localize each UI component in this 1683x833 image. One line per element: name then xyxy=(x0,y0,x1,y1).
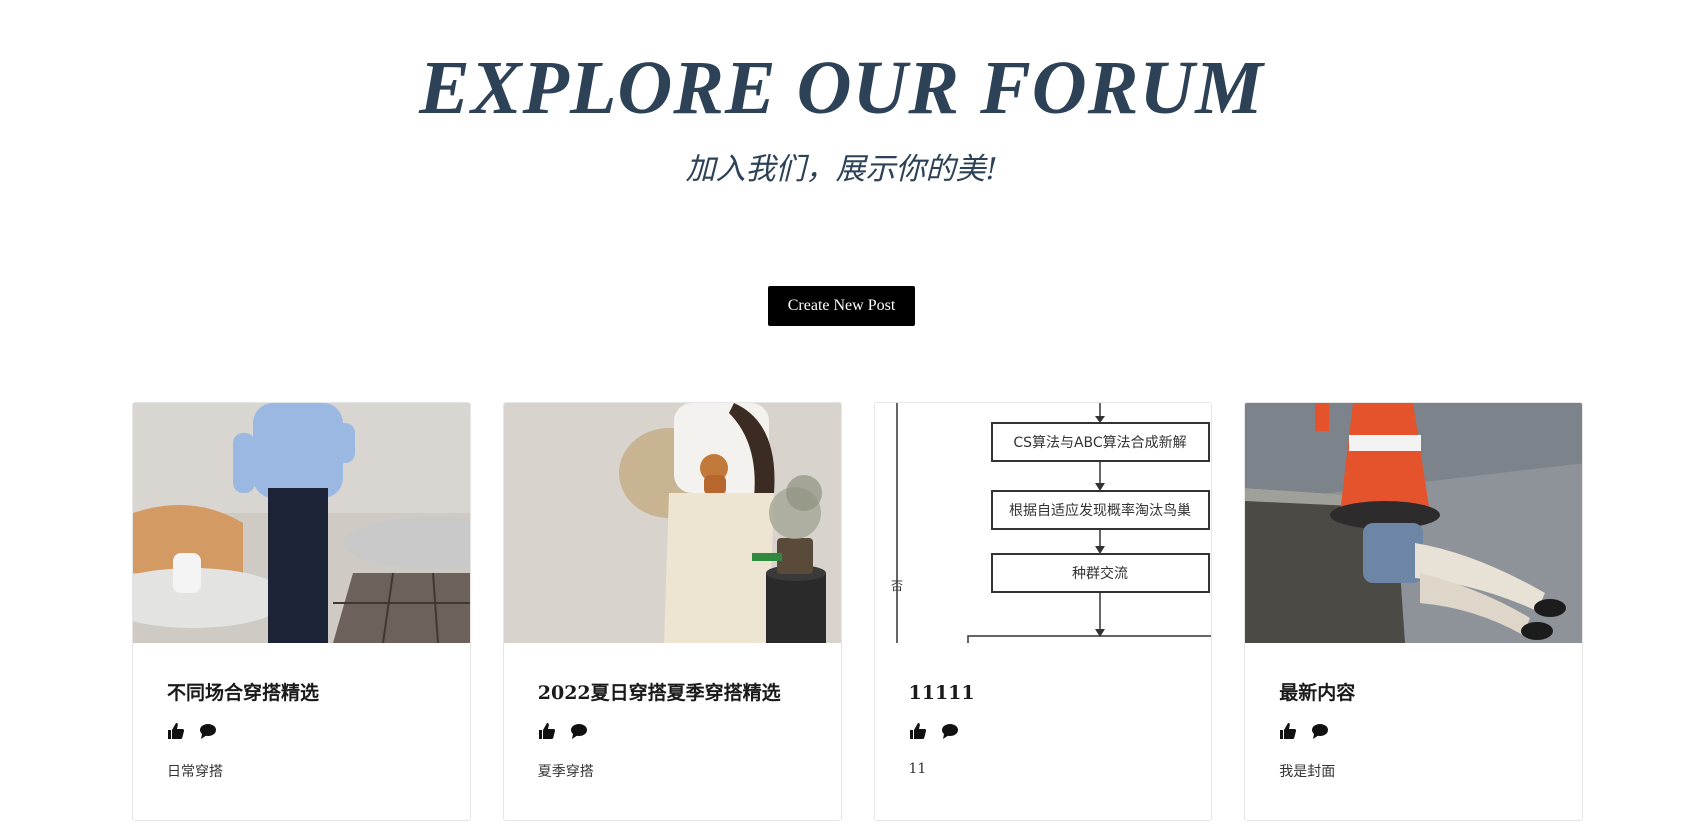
post-cover-image: CS算法与ABC算法合成新解 根据自适应发现概率淘汰鸟巢 种群交流 否 xyxy=(874,403,1212,643)
post-card[interactable]: 不同场合穿搭精选 日常穿搭 xyxy=(132,402,471,821)
flowchart-box-1: CS算法与ABC算法合成新解 xyxy=(1013,435,1186,451)
create-post-wrapper: Create New Post xyxy=(0,286,1683,326)
comment-icon[interactable] xyxy=(570,722,588,740)
post-title: 11111 xyxy=(908,682,975,704)
post-title: 2022夏日穿搭夏季穿搭精选 xyxy=(537,682,781,704)
post-description: 夏季穿搭 xyxy=(537,764,594,780)
flowchart-box-3: 种群交流 xyxy=(1072,565,1128,582)
post-description: 我是封面 xyxy=(1279,764,1336,780)
post-description: 11 xyxy=(908,761,927,777)
page-subtitle: 加入我们，展示你的美! xyxy=(685,152,998,187)
post-card[interactable]: 2022夏日穿搭夏季穿搭精选 夏季穿搭 xyxy=(502,402,842,821)
hero-section: EXPLORE OUR FORUM 加入我们，展示你的美! xyxy=(0,0,1683,188)
page-title: EXPLORE OUR FORUM xyxy=(419,46,1264,130)
comment-icon[interactable] xyxy=(941,722,959,740)
post-cover-image xyxy=(503,403,841,643)
create-new-post-button[interactable]: Create New Post xyxy=(767,286,916,326)
post-cover-image xyxy=(1245,403,1582,643)
comment-icon[interactable] xyxy=(1311,722,1329,740)
flowchart-side-label: 否 xyxy=(890,579,902,593)
flowchart-box-2: 根据自适应发现概率淘汰鸟巢 xyxy=(1009,502,1191,519)
comment-icon[interactable] xyxy=(199,722,217,740)
post-card[interactable]: CS算法与ABC算法合成新解 根据自适应发现概率淘汰鸟巢 种群交流 否 1111… xyxy=(873,402,1213,821)
post-grid: 不同场合穿搭精选 日常穿搭 2022夏日穿搭夏季穿搭精选 夏季穿搭 CS算法与A… xyxy=(132,402,1583,821)
post-title: 最新内容 xyxy=(1279,682,1356,704)
post-description: 日常穿搭 xyxy=(167,764,223,780)
post-cover-image xyxy=(133,403,470,643)
thumbs-up-icon[interactable] xyxy=(538,722,556,740)
thumbs-up-icon[interactable] xyxy=(167,722,185,740)
thumbs-up-icon[interactable] xyxy=(1279,722,1297,740)
post-title: 不同场合穿搭精选 xyxy=(167,682,320,704)
thumbs-up-icon[interactable] xyxy=(909,722,927,740)
post-card[interactable]: 最新内容 我是封面 xyxy=(1244,402,1583,821)
